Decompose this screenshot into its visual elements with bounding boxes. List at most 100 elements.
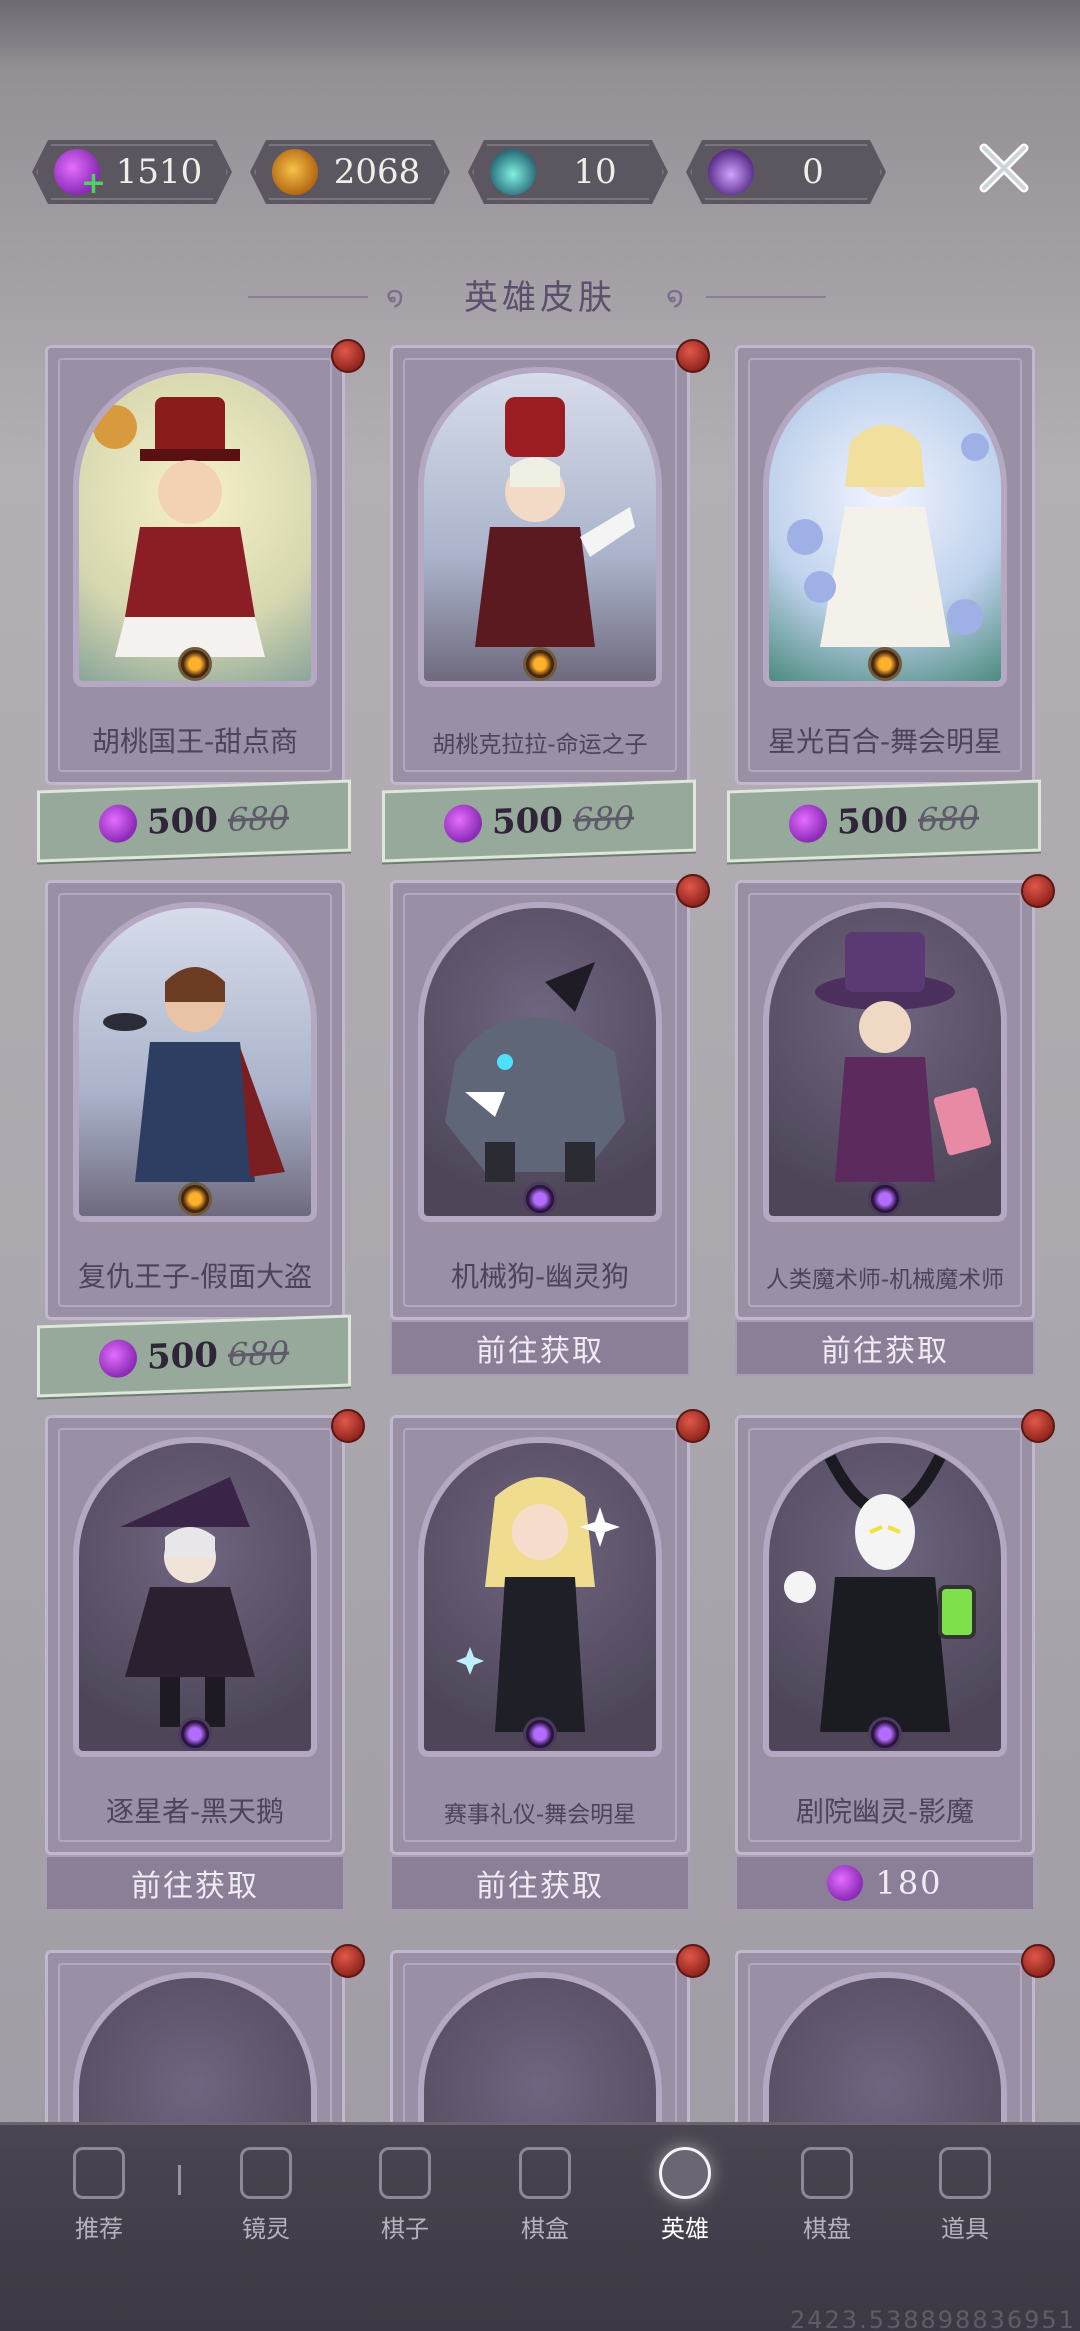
skin-portrait (73, 1437, 317, 1757)
notification-dot (676, 1944, 710, 1978)
currency-candy[interactable]: + 1510 (32, 140, 232, 204)
skin-name: 剧院幽灵-影魔 (795, 1795, 975, 1828)
go-obtain-button[interactable]: 前往获取 (390, 1320, 690, 1376)
mirror-spirit-icon (240, 2147, 292, 2199)
chess-piece-icon (379, 2147, 431, 2199)
candy-plus-icon: + (54, 149, 106, 199)
notification-dot (331, 339, 365, 373)
recommend-icon (73, 2147, 125, 2199)
currency-bar: + 1510 2068 10 0 (32, 140, 886, 204)
notification-dot (331, 1409, 365, 1443)
price: 500 (146, 1335, 218, 1378)
bottom-nav: 推荐 镜灵 棋子 棋盒 英雄 棋盘 道具 (0, 2122, 1080, 2331)
notification-dot (1021, 1944, 1055, 1978)
watermark: 2423.538898836951 (790, 2306, 1076, 2331)
orange-gem-icon (178, 647, 212, 681)
tab-hero[interactable]: 英雄 (630, 2147, 740, 2244)
skin-portrait (73, 902, 317, 1222)
tab-label: 棋盒 (521, 2215, 569, 2243)
notification-dot (331, 1944, 365, 1978)
buy-button[interactable]: 500 680 (37, 779, 351, 863)
notification-dot (676, 1409, 710, 1443)
price: 180 (875, 1864, 943, 1902)
pumpkin-icon (272, 149, 318, 195)
currency-value: 2068 (333, 152, 421, 192)
skin-name: 赛事礼仪-舞会明星 (443, 1802, 637, 1828)
teal-potion-icon (490, 149, 536, 195)
skin-name: 胡桃国王-甜点商 (91, 725, 299, 758)
tab-label: 镜灵 (242, 2215, 290, 2243)
notification-dot (676, 874, 710, 908)
section-title: 英雄皮肤 (464, 278, 616, 318)
purple-potion-icon (708, 149, 754, 195)
currency-purple-potion[interactable]: 0 (686, 140, 886, 204)
notification-dot (1021, 874, 1055, 908)
skin-name: 机械狗-幽灵狗 (450, 1260, 630, 1293)
price: 500 (491, 800, 563, 843)
original-price: 680 (227, 1333, 290, 1374)
buy-button[interactable]: 500 680 (382, 779, 696, 863)
tab-label: 英雄 (661, 2215, 709, 2243)
currency-value: 10 (573, 152, 617, 192)
go-obtain-button[interactable]: 前往获取 (390, 1855, 690, 1911)
candy-icon (443, 803, 482, 844)
close-icon (979, 143, 1029, 193)
skin-portrait (418, 367, 662, 687)
currency-pumpkin[interactable]: 2068 (250, 140, 450, 204)
hero-icon (659, 2147, 711, 2199)
orange-gem-icon (523, 647, 557, 681)
purple-gem-icon (178, 1717, 212, 1751)
skin-name: 人类魔术师-机械魔术师 (765, 1267, 1005, 1293)
candy-icon (827, 1865, 864, 1901)
buy-button[interactable]: 500 680 (727, 779, 1041, 863)
price: 500 (146, 800, 218, 843)
orange-gem-icon (178, 1182, 212, 1216)
skin-name: 胡桃克拉拉-命运之子 (432, 732, 648, 758)
skin-name: 星光百合-舞会明星 (767, 725, 1003, 758)
tab-chessboard[interactable]: 棋盘 (772, 2147, 882, 2244)
skin-portrait (418, 1437, 662, 1757)
buy-button[interactable]: 180 (735, 1855, 1035, 1911)
currency-teal-potion[interactable]: 10 (468, 140, 668, 204)
skin-portrait (73, 367, 317, 687)
top-shade (0, 0, 1080, 70)
skin-name: 逐星者-黑天鹅 (105, 1795, 285, 1828)
currency-value: 0 (802, 152, 824, 192)
skin-portrait (763, 1437, 1007, 1757)
tab-label: 棋盘 (803, 2215, 851, 2243)
candy-icon (788, 803, 827, 844)
candy-icon (98, 1338, 137, 1379)
title-divider-right (706, 296, 826, 298)
skin-portrait (763, 902, 1007, 1222)
tab-label: 棋子 (381, 2215, 429, 2243)
purple-gem-icon (868, 1717, 902, 1751)
candy-icon (98, 803, 137, 844)
skin-portrait (763, 367, 1007, 687)
tab-props[interactable]: 道具 (910, 2147, 1020, 2244)
price: 500 (836, 800, 908, 843)
chess-box-icon (519, 2147, 571, 2199)
buy-button[interactable]: 500 680 (37, 1314, 351, 1398)
tab-mirror-spirit[interactable]: 镜灵 (211, 2147, 321, 2244)
close-button[interactable] (972, 136, 1036, 200)
go-obtain-button[interactable]: 前往获取 (735, 1320, 1035, 1376)
purple-gem-icon (523, 1182, 557, 1216)
currency-value: 1510 (115, 152, 203, 192)
purple-gem-icon (868, 1182, 902, 1216)
notification-dot (676, 339, 710, 373)
original-price: 680 (917, 798, 980, 839)
nav-separator (178, 2165, 181, 2195)
props-icon (939, 2147, 991, 2199)
original-price: 680 (572, 798, 635, 839)
tab-chess-piece[interactable]: 棋子 (350, 2147, 460, 2244)
skin-portrait (418, 902, 662, 1222)
tab-chess-box[interactable]: 棋盒 (490, 2147, 600, 2244)
notification-dot (1021, 1409, 1055, 1443)
tab-recommend[interactable]: 推荐 (44, 2147, 154, 2244)
original-price: 680 (227, 798, 290, 839)
purple-gem-icon (523, 1717, 557, 1751)
orange-gem-icon (868, 647, 902, 681)
skin-name: 复仇王子-假面大盗 (77, 1260, 313, 1293)
tab-label: 道具 (941, 2215, 989, 2243)
go-obtain-button[interactable]: 前往获取 (45, 1855, 345, 1911)
